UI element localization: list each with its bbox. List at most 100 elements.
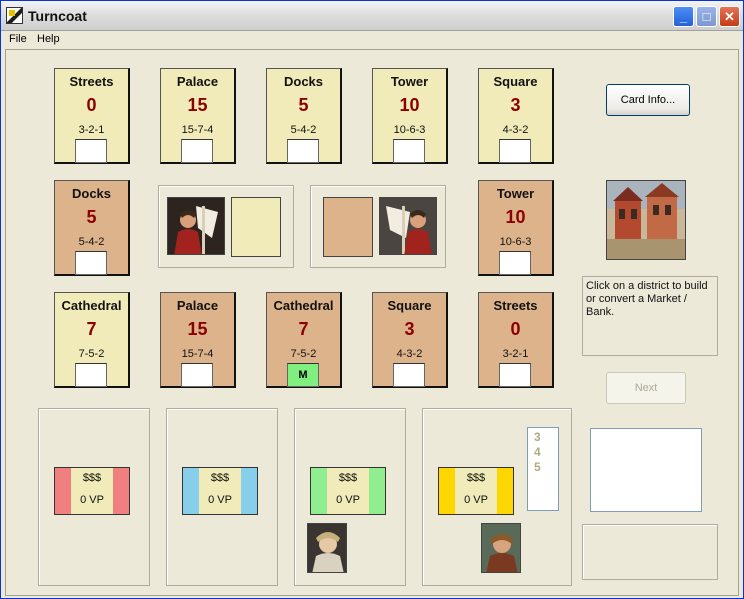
district-points: 15-7-4: [181, 348, 214, 360]
district-value: 5: [298, 95, 309, 115]
building-slot[interactable]: [499, 251, 531, 275]
player-hand-left: [158, 185, 294, 268]
district-name: Tower: [390, 74, 429, 89]
building-slot[interactable]: [181, 139, 213, 163]
player-vp: 0 VP: [208, 494, 232, 506]
district-picture-image: [606, 180, 686, 260]
leader-face-icon: [482, 524, 520, 572]
player-panel: $$$ 0 VP 3 4 5: [422, 408, 572, 586]
district-card[interactable]: Tower 10 10-6-3: [372, 68, 448, 164]
player-leader-portrait[interactable]: [307, 523, 347, 573]
district-name: Cathedral: [273, 298, 334, 313]
player-money-card: $$$ 0 VP: [54, 467, 130, 515]
hand-card-tan[interactable]: [323, 197, 373, 257]
building-slot[interactable]: [393, 139, 425, 163]
district-name: Streets: [69, 74, 114, 89]
district-points: 3-2-1: [78, 124, 105, 136]
district-card[interactable]: Tower 10 10-6-3: [478, 180, 554, 276]
title-bar: Turncoat _ □ ✕: [1, 1, 743, 31]
district-points: 5-4-2: [290, 124, 317, 136]
next-button[interactable]: Next: [606, 372, 686, 404]
district-name: Palace: [176, 74, 219, 89]
maximize-button[interactable]: □: [696, 6, 717, 27]
window-title: Turncoat: [28, 8, 87, 24]
menu-bar: File Help: [1, 31, 743, 49]
district-points: 10-6-3: [499, 236, 532, 248]
number-item: 3: [534, 430, 541, 444]
district-value: 10: [399, 95, 420, 115]
district-card[interactable]: Cathedral 7 7-5-2 M: [266, 292, 342, 388]
player-leader-portrait[interactable]: [481, 523, 521, 573]
building-slot[interactable]: [181, 363, 213, 387]
district-card[interactable]: Docks 5 5-4-2: [266, 68, 342, 164]
city-scene-icon: [607, 181, 685, 259]
district-name: Streets: [493, 298, 538, 313]
turncoat-portrait-image[interactable]: [379, 197, 437, 255]
district-card[interactable]: Square 3 4-3-2: [478, 68, 554, 164]
hand-card-yellow[interactable]: [231, 197, 281, 257]
district-value: 15: [187, 319, 208, 339]
district-value: 0: [510, 319, 521, 339]
instruction-message: Click on a district to build or convert …: [582, 276, 718, 356]
district-card[interactable]: Palace 15 15-7-4: [160, 68, 236, 164]
district-card[interactable]: Streets 0 3-2-1: [478, 292, 554, 388]
district-points: 3-2-1: [502, 348, 529, 360]
player-dollars: $$$: [210, 472, 230, 484]
menu-file[interactable]: File: [9, 33, 27, 45]
district-name: Square: [387, 298, 432, 313]
district-card[interactable]: Cathedral 7 7-5-2: [54, 292, 130, 388]
player-dollars: $$$: [82, 472, 102, 484]
district-name: Tower: [496, 186, 535, 201]
district-value: 0: [86, 95, 97, 115]
building-slot[interactable]: [287, 139, 319, 163]
card-info-button[interactable]: Card Info...: [606, 84, 690, 116]
district-points: 10-6-3: [393, 124, 426, 136]
district-value: 3: [510, 95, 521, 115]
building-slot[interactable]: [499, 139, 531, 163]
district-points: 15-7-4: [181, 124, 214, 136]
player-money-card: $$$ 0 VP: [438, 467, 514, 515]
player-money-card: $$$ 0 VP: [182, 467, 258, 515]
minimize-button[interactable]: _: [673, 6, 694, 27]
district-name: Docks: [71, 186, 112, 201]
district-name: Cathedral: [61, 298, 122, 313]
player-panel: $$$ 0 VP: [38, 408, 150, 586]
district-points: 5-4-2: [78, 236, 105, 248]
game-board: Streets 0 3-2-1 Palace 15 15-7-4 Docks 5…: [5, 49, 739, 596]
player-vp: 0 VP: [464, 494, 488, 506]
building-slot[interactable]: [499, 363, 531, 387]
portrait-art-icon: [380, 198, 436, 254]
portrait-art-icon: [168, 198, 224, 254]
district-name: Palace: [176, 298, 219, 313]
district-value: 7: [86, 319, 97, 339]
building-slot[interactable]: [75, 251, 107, 275]
district-card[interactable]: Streets 0 3-2-1: [54, 68, 130, 164]
player-panel: $$$ 0 VP: [166, 408, 278, 586]
district-name: Docks: [283, 74, 324, 89]
player-hand-right: [310, 185, 446, 268]
log-textbox[interactable]: [590, 428, 702, 512]
district-points: 4-3-2: [396, 348, 423, 360]
menu-help[interactable]: Help: [37, 33, 60, 45]
player-dollars: $$$: [338, 472, 358, 484]
building-slot[interactable]: [75, 363, 107, 387]
turncoat-portrait-image[interactable]: [167, 197, 225, 255]
number-item: 5: [534, 460, 541, 474]
app-icon: [6, 7, 23, 24]
building-slot[interactable]: [393, 363, 425, 387]
building-slot[interactable]: [75, 139, 107, 163]
number-list[interactable]: 3 4 5: [527, 427, 559, 511]
leader-face-icon: [308, 524, 346, 572]
district-card[interactable]: Square 3 4-3-2: [372, 292, 448, 388]
district-value: 5: [86, 207, 97, 227]
game-window: Turncoat _ □ ✕ File Help Streets 0 3-2-1…: [0, 0, 744, 599]
close-button[interactable]: ✕: [719, 6, 740, 27]
district-name: Square: [493, 74, 538, 89]
district-card[interactable]: Palace 15 15-7-4: [160, 292, 236, 388]
district-card[interactable]: Docks 5 5-4-2: [54, 180, 130, 276]
player-dollars: $$$: [466, 472, 486, 484]
player-panel: $$$ 0 VP: [294, 408, 406, 586]
district-points: 4-3-2: [502, 124, 529, 136]
market-slot[interactable]: M: [287, 363, 319, 387]
player-vp: 0 VP: [336, 494, 360, 506]
